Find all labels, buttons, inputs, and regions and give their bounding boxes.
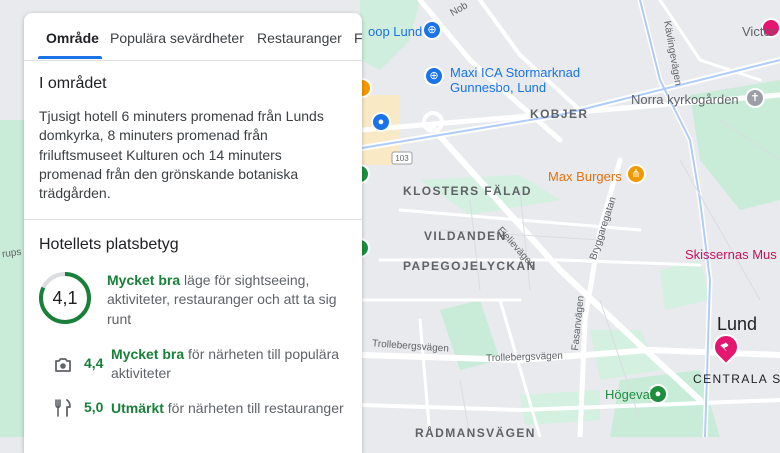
activities-score: 4,4 <box>84 355 104 371</box>
max-burgers-label[interactable]: Max Burgers <box>548 169 622 184</box>
tab-populara-sevardheter[interactable]: Populära sevärdheter <box>110 30 244 46</box>
hogevall-label[interactable]: Högevall <box>605 387 656 402</box>
section-divider <box>24 219 362 220</box>
activities-quality: Mycket bra <box>111 346 185 362</box>
lock-pin[interactable]: ● <box>371 112 391 132</box>
restaurants-quality: Utmärkt <box>111 400 164 416</box>
cemetery-pin[interactable]: ✝ <box>745 88 765 108</box>
victor-label[interactable]: Victor <box>742 24 775 39</box>
tab-partial[interactable]: F <box>354 30 362 46</box>
overall-rating-text: Mycket bra läge för sightseeing, aktivit… <box>107 271 352 329</box>
skissernas-label[interactable]: Skissernas Mus <box>685 247 777 262</box>
district-papegojelyckan: PAPEGOJELYCKAN <box>403 259 537 273</box>
activities-text: Mycket bra för närheten till populära ak… <box>111 345 351 384</box>
overall-quality: Mycket bra <box>107 272 181 288</box>
area-description: Tjusigt hotell 6 minuters promenad från … <box>39 108 324 202</box>
district-radmansvagen: RÅDMANSVÄGEN <box>415 426 536 440</box>
overall-score: 4,1 <box>52 288 78 308</box>
norra-kyrkogarden-label[interactable]: Norra kyrkogården <box>631 92 739 107</box>
ica-label-line1[interactable]: Maxi ICA Stormarknad <box>450 65 580 80</box>
location-rating-title: Hotellets platsbetyg <box>39 236 179 253</box>
restaurants-text: Utmärkt för närheten till restauranger <box>111 399 351 418</box>
active-tab-indicator <box>38 56 102 59</box>
coop-pin[interactable]: ⊕ <box>422 20 442 40</box>
restaurant-icon <box>55 399 71 417</box>
restaurants-score: 5,0 <box>84 399 104 415</box>
lund-city-label[interactable]: Lund <box>717 314 757 335</box>
district-klosters-falad: KLOSTERS FÄLAD <box>403 184 532 198</box>
max-burgers-pin[interactable]: ⋔ <box>626 164 646 184</box>
tab-bar: Område Populära sevärdheter Restauranger… <box>24 13 362 61</box>
hotel-location-panel: Område Populära sevärdheter Restauranger… <box>24 13 362 453</box>
road-shield-103-label: 103 <box>395 154 409 163</box>
ica-pin[interactable]: ⊕ <box>424 66 444 86</box>
restaurants-detail: för närheten till restauranger <box>163 400 344 416</box>
tab-restauranger[interactable]: Restauranger <box>257 30 342 46</box>
tab-omrade[interactable]: Område <box>46 30 99 46</box>
centrala-station-label[interactable]: CENTRALA S <box>693 372 780 386</box>
coop-label[interactable]: oop Lund <box>368 24 422 39</box>
camera-icon <box>55 358 71 372</box>
district-kobjer: KOBJER <box>530 107 589 121</box>
area-title: I området <box>39 75 107 92</box>
ica-label-line2[interactable]: Gunnesbo, Lund <box>450 80 546 95</box>
